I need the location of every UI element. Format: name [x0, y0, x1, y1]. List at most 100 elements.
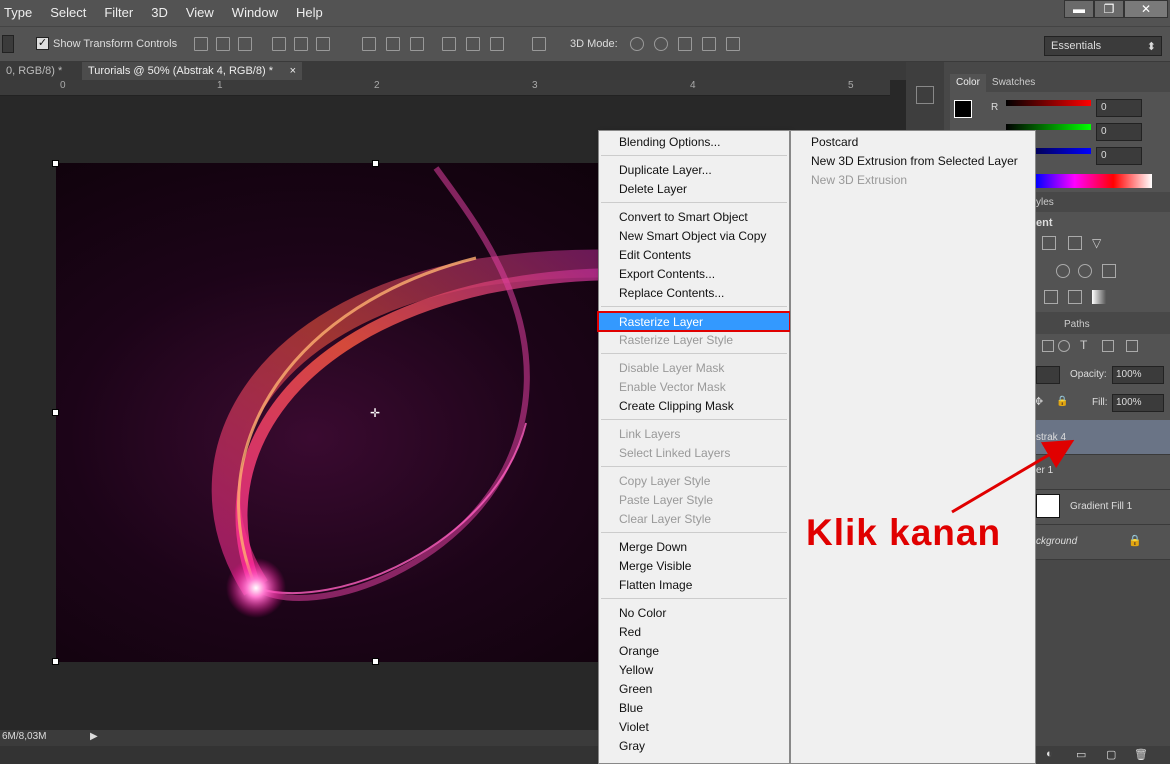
- blend-mode-dropdown[interactable]: [1036, 366, 1060, 384]
- opacity-field[interactable]: 100%: [1112, 366, 1164, 384]
- color-balance-icon[interactable]: [1056, 264, 1070, 278]
- menu-merge-down[interactable]: Merge Down: [619, 540, 687, 554]
- align-bottom-icon[interactable]: [238, 37, 252, 51]
- 3d-roll-icon[interactable]: [654, 37, 668, 51]
- show-transform-checkbox[interactable]: ✓: [36, 37, 49, 50]
- restore-button[interactable]: ❐: [1094, 0, 1124, 18]
- menu-type[interactable]: Type: [0, 0, 41, 26]
- distribute-right-icon[interactable]: [490, 37, 504, 51]
- menu-postcard[interactable]: Postcard: [811, 135, 858, 149]
- tab-paths[interactable]: Paths: [1058, 316, 1096, 334]
- filter-type-icon[interactable]: T: [1080, 338, 1087, 352]
- align-right-icon[interactable]: [316, 37, 330, 51]
- ruler-tick: 2: [374, 80, 380, 91]
- menu-color-orange[interactable]: Orange: [619, 644, 659, 658]
- filter-shape-icon[interactable]: [1102, 340, 1114, 352]
- transform-handle-bl[interactable]: [52, 658, 59, 665]
- selective-color-icon[interactable]: [1092, 290, 1106, 304]
- menu-replace-contents[interactable]: Replace Contents...: [619, 286, 724, 300]
- status-menu-arrow-icon[interactable]: ▶: [90, 731, 98, 742]
- menu-color-green[interactable]: Green: [619, 682, 652, 696]
- align-top-icon[interactable]: [194, 37, 208, 51]
- ruler-tick: 1: [217, 80, 223, 91]
- menu-create-clipping-mask[interactable]: Create Clipping Mask: [619, 399, 734, 413]
- menu-merge-visible[interactable]: Merge Visible: [619, 559, 691, 573]
- menu-edit-contents[interactable]: Edit Contents: [619, 248, 691, 262]
- distribute-vcenter-icon[interactable]: [386, 37, 400, 51]
- lock-all-icon[interactable]: 🔒: [1056, 396, 1068, 407]
- menu-3d-extrusion-selected[interactable]: New 3D Extrusion from Selected Layer: [811, 154, 1018, 168]
- menu-color-none[interactable]: No Color: [619, 606, 666, 620]
- distribute-bottom-icon[interactable]: [410, 37, 424, 51]
- channel-mixer-icon[interactable]: [1078, 264, 1092, 278]
- transform-handle-tl[interactable]: [52, 160, 59, 167]
- menu-filter[interactable]: Filter: [95, 0, 142, 26]
- 3d-pan-icon[interactable]: [678, 37, 692, 51]
- align-left-icon[interactable]: [272, 37, 286, 51]
- r-value-field[interactable]: 0: [1096, 99, 1142, 117]
- levels-icon[interactable]: [1042, 236, 1056, 250]
- history-icon[interactable]: [916, 86, 934, 104]
- menu-flatten-image[interactable]: Flatten Image: [619, 578, 692, 592]
- distribute-hcenter-icon[interactable]: [466, 37, 480, 51]
- menu-rasterize-layer[interactable]: Rasterize Layer: [597, 311, 791, 332]
- menu-duplicate-layer[interactable]: Duplicate Layer...: [619, 163, 712, 177]
- g-value-field[interactable]: 0: [1096, 123, 1142, 141]
- menu-3d[interactable]: 3D: [142, 0, 177, 26]
- filter-pixel-icon[interactable]: [1042, 340, 1054, 352]
- tab-color[interactable]: Color: [950, 74, 986, 92]
- document-tab-active[interactable]: Turorials @ 50% (Abstrak 4, RGB/8) * ×: [82, 62, 302, 80]
- b-value-field[interactable]: 0: [1096, 147, 1142, 165]
- menu-color-violet[interactable]: Violet: [619, 720, 649, 734]
- transform-handle-ml[interactable]: [52, 409, 59, 416]
- r-slider[interactable]: [1006, 100, 1091, 106]
- filter-adjustment-icon[interactable]: [1058, 340, 1070, 352]
- distribute-left-icon[interactable]: [442, 37, 456, 51]
- gradient-map-icon[interactable]: ▽: [1092, 236, 1101, 250]
- menu-export-contents[interactable]: Export Contents...: [619, 267, 715, 281]
- distribute-top-icon[interactable]: [362, 37, 376, 51]
- menu-blending-options[interactable]: Blending Options...: [619, 135, 720, 149]
- tool-preset-dropdown[interactable]: [2, 35, 14, 53]
- align-hcenter-icon[interactable]: [294, 37, 308, 51]
- menu-color-yellow[interactable]: Yellow: [619, 663, 653, 677]
- document-tab-1[interactable]: 0, RGB/8) *: [0, 62, 68, 80]
- menu-color-blue[interactable]: Blue: [619, 701, 643, 715]
- menu-help[interactable]: Help: [287, 0, 332, 26]
- curves-icon[interactable]: [1068, 236, 1082, 250]
- transform-handle-bc[interactable]: [372, 658, 379, 665]
- menu-separator: [601, 598, 787, 599]
- posterize-icon[interactable]: [1044, 290, 1058, 304]
- minimize-button[interactable]: ▬: [1064, 0, 1094, 18]
- threshold-icon[interactable]: [1068, 290, 1082, 304]
- align-vcenter-icon[interactable]: [216, 37, 230, 51]
- menu-select[interactable]: Select: [41, 0, 95, 26]
- menu-color-gray[interactable]: Gray: [619, 739, 645, 753]
- fill-field[interactable]: 100%: [1112, 394, 1164, 412]
- foreground-color-swatch[interactable]: [954, 100, 972, 118]
- new-group-icon[interactable]: ▭: [1076, 748, 1086, 761]
- workspace-dropdown[interactable]: Essentials ⬍: [1044, 36, 1162, 56]
- color-lookup-icon[interactable]: [1102, 264, 1116, 278]
- auto-align-icon[interactable]: [532, 37, 546, 51]
- filter-smart-object-icon[interactable]: [1126, 340, 1138, 352]
- 3d-scale-icon[interactable]: [726, 37, 740, 51]
- menu-new-smart-object-copy[interactable]: New Smart Object via Copy: [619, 229, 766, 243]
- close-button[interactable]: ✕: [1124, 0, 1168, 18]
- tab-swatches[interactable]: Swatches: [986, 74, 1041, 92]
- tab-close-icon[interactable]: ×: [290, 62, 296, 80]
- layer-row-background[interactable]: ckground 🔒: [1036, 525, 1170, 560]
- transform-center-icon[interactable]: ✛: [370, 406, 380, 420]
- transform-handle-tc[interactable]: [372, 160, 379, 167]
- adjustment-layer-icon[interactable]: ◐: [1046, 748, 1053, 760]
- delete-layer-icon[interactable]: 🗑: [1134, 748, 1148, 761]
- 3d-rotate-icon[interactable]: [630, 37, 644, 51]
- color-ramp[interactable]: [1036, 174, 1152, 188]
- 3d-slide-icon[interactable]: [702, 37, 716, 51]
- menu-window[interactable]: Window: [223, 0, 287, 26]
- new-layer-icon[interactable]: ▢: [1106, 748, 1116, 761]
- menu-view[interactable]: View: [177, 0, 223, 26]
- menu-convert-smart-object[interactable]: Convert to Smart Object: [619, 210, 748, 224]
- menu-delete-layer[interactable]: Delete Layer: [619, 182, 687, 196]
- menu-color-red[interactable]: Red: [619, 625, 641, 639]
